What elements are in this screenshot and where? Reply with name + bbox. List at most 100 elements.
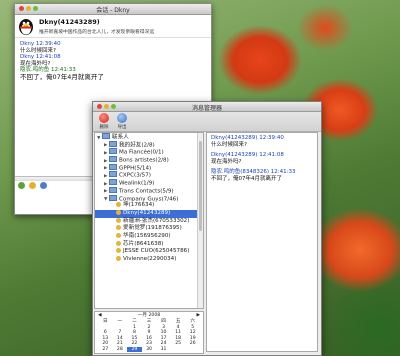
delete-label: 删除: [99, 124, 109, 130]
contact-row[interactable]: Vivienne(2290034): [95, 256, 203, 264]
manager-window-title: 消息管理器: [191, 105, 222, 112]
tree-item-label: 爱新觉罗(191876395): [123, 225, 182, 232]
group-row[interactable]: ▶ Wealink(1/9): [95, 179, 203, 187]
chat-header: Dkny(41243289) 推开新嘉坡中国作品的台北人儿，才发现亲眼看得深远: [15, 15, 211, 38]
contact-avatar-icon: [116, 202, 121, 208]
tree-item-label: 坤(176634): [123, 202, 155, 209]
folder-icon: [109, 186, 117, 193]
chat-toolbar: [18, 182, 49, 192]
contact-avatar-icon: [116, 232, 121, 238]
date-calendar: ◀ 一月 2008 ▶ 日一二三四五六 1 2 3 4 5 6 7 8 9 10 11 12 13 14 15…: [94, 311, 204, 354]
calendar-day[interactable]: 11: [171, 330, 186, 335]
contact-name: Dkny(41243289): [39, 18, 100, 26]
tree-item-label: Vivienne(2290034): [123, 256, 177, 262]
contact-row[interactable]: 坤(176634): [95, 202, 203, 210]
calendar-day[interactable]: 22: [127, 341, 142, 346]
export-button[interactable]: 导出: [115, 113, 129, 130]
group-row[interactable]: ▶ Ma Fiancée(0/1): [95, 148, 203, 156]
folder-icon: [109, 156, 117, 163]
export-label: 导出: [117, 124, 127, 130]
group-row[interactable]: ▼ 联系人: [95, 133, 203, 141]
calendar-day[interactable]: 7: [113, 330, 128, 335]
group-row[interactable]: ▶ Bons artistes(2/8): [95, 156, 203, 164]
calendar-month-label: 一月 2008: [137, 313, 161, 318]
calendar-day[interactable]: 30: [142, 347, 157, 352]
calendar-day[interactable]: 23: [142, 341, 157, 346]
calendar-day[interactable]: 27: [98, 347, 113, 352]
tree-item-label: 联系人: [112, 134, 129, 141]
calendar-prev-icon[interactable]: ◀: [98, 312, 102, 319]
calendar-day[interactable]: 25: [171, 341, 186, 346]
calendar-day: [171, 347, 186, 352]
send-file-icon[interactable]: [39, 182, 47, 189]
message-history-pane: Dkny(41243289) 12:39:40 什么时候回来? Dkny(412…: [206, 132, 318, 352]
contact-signature: 推开新嘉坡中国作品的台北人儿，才发现亲眼看得深远: [39, 30, 155, 35]
contact-row[interactable]: 爱新觉罗(191876395): [95, 225, 203, 233]
calendar-weekday: 三: [146, 319, 152, 324]
group-row[interactable]: ▶ Trans Contacts(5/9): [95, 186, 203, 195]
message-text: 不回了，俺07年4月就离开了: [211, 175, 282, 182]
font-icon[interactable]: [18, 182, 25, 189]
message-header: Dkny 12:41:08: [20, 54, 61, 61]
emoticon-icon[interactable]: [28, 182, 36, 189]
calendar-header: ◀ 一月 2008 ▶: [95, 312, 203, 319]
contact-row[interactable]: JESSE CUO(625045786): [95, 248, 203, 256]
calendar-day[interactable]: 29: [127, 346, 142, 353]
contact-avatar-icon: [116, 240, 121, 246]
contact-tree: ▼ 联系人 ▶ 我的好友(2/8) ▶ Ma Fiancée(0/1) ▶ Bons arti…: [94, 132, 204, 309]
tree-item-label: Ma Fiancée(0/1): [119, 149, 164, 156]
group-row[interactable]: ▶ 我的好友(2/8): [95, 140, 203, 149]
calendar-day[interactable]: 31: [156, 347, 171, 352]
tree-item-label: CXPC(3/57): [119, 172, 151, 179]
calendar-day[interactable]: 24: [156, 341, 171, 346]
calendar-next-icon[interactable]: ▶: [196, 312, 200, 319]
group-row[interactable]: ▶ GPPH(5/14): [95, 163, 203, 172]
folder-icon: [109, 140, 117, 147]
calendar-day[interactable]: 10: [156, 330, 171, 335]
message-header: 隐农.鸣的鱼(8348326) 12:41:33: [211, 169, 296, 176]
scrollbar-thumb[interactable]: [199, 141, 202, 231]
calendar-day[interactable]: 6: [98, 330, 113, 335]
calendar-weekday: 日: [102, 319, 108, 324]
calendar-weekday: 二: [132, 319, 137, 324]
calendar-weekday: 六: [190, 319, 195, 324]
message-header: Dkny(41243289) 12:39:40: [211, 135, 284, 141]
penguin-avatar-icon[interactable]: [18, 18, 34, 35]
manager-toolbar: 删除 导出: [93, 112, 321, 132]
folder-icon: [109, 194, 117, 201]
tree-item-label: 我的好友(2/8): [119, 142, 155, 149]
calendar-day[interactable]: 12: [185, 330, 200, 335]
calendar-day[interactable]: 8: [127, 330, 142, 335]
contact-row[interactable]: 芯片(8641638): [95, 240, 203, 249]
chat-titlebar[interactable]: 会话 - Dkny: [15, 4, 211, 15]
calendar-grid: 日一二三四五六 1 2 3 4 5 6 7 8 9 10 11 12 13 14 15 16 17 18 19 20 21…: [95, 319, 203, 353]
contact-avatar-icon: [116, 217, 121, 223]
calendar-day[interactable]: 21: [113, 341, 128, 346]
tree-item-label: Trans Contacts(5/9): [119, 188, 174, 195]
tree-item-label: 新疆洲-张杰(670533302): [123, 217, 190, 224]
folder-icon: [109, 163, 117, 170]
message-header: Dkny 12:39:40: [20, 41, 61, 47]
contact-avatar-icon: [116, 209, 121, 215]
contact-avatar-icon: [116, 248, 121, 254]
tree-scrollbar[interactable]: [197, 133, 203, 308]
contact-row[interactable]: 华南(156956290): [95, 232, 203, 241]
delete-button[interactable]: 删除: [97, 113, 111, 130]
manager-titlebar[interactable]: 消息管理器: [93, 102, 321, 112]
group-row[interactable]: ▶ CXPC(3/57): [95, 171, 203, 179]
contact-row[interactable]: Dkny(41243289): [95, 209, 203, 218]
message-text: 什么时候回来?: [211, 141, 247, 148]
calendar-day: [185, 347, 200, 352]
tree-item-label: 华南(156956290): [123, 232, 171, 239]
tree-item-label: 芯片(8641638): [123, 240, 164, 247]
calendar-day[interactable]: 26: [185, 341, 200, 346]
calendar-day[interactable]: 28: [113, 347, 128, 352]
calendar-weekday: 一: [117, 319, 123, 324]
calendar-day[interactable]: 20: [98, 341, 113, 346]
folder-icon: [109, 179, 117, 186]
message-text: 现在海外吗?: [211, 158, 242, 165]
contact-avatar-icon: [116, 225, 121, 231]
export-icon: [117, 113, 127, 123]
calendar-day[interactable]: 9: [142, 330, 157, 335]
tree-item-label: Bons artistes(2/8): [119, 157, 169, 164]
